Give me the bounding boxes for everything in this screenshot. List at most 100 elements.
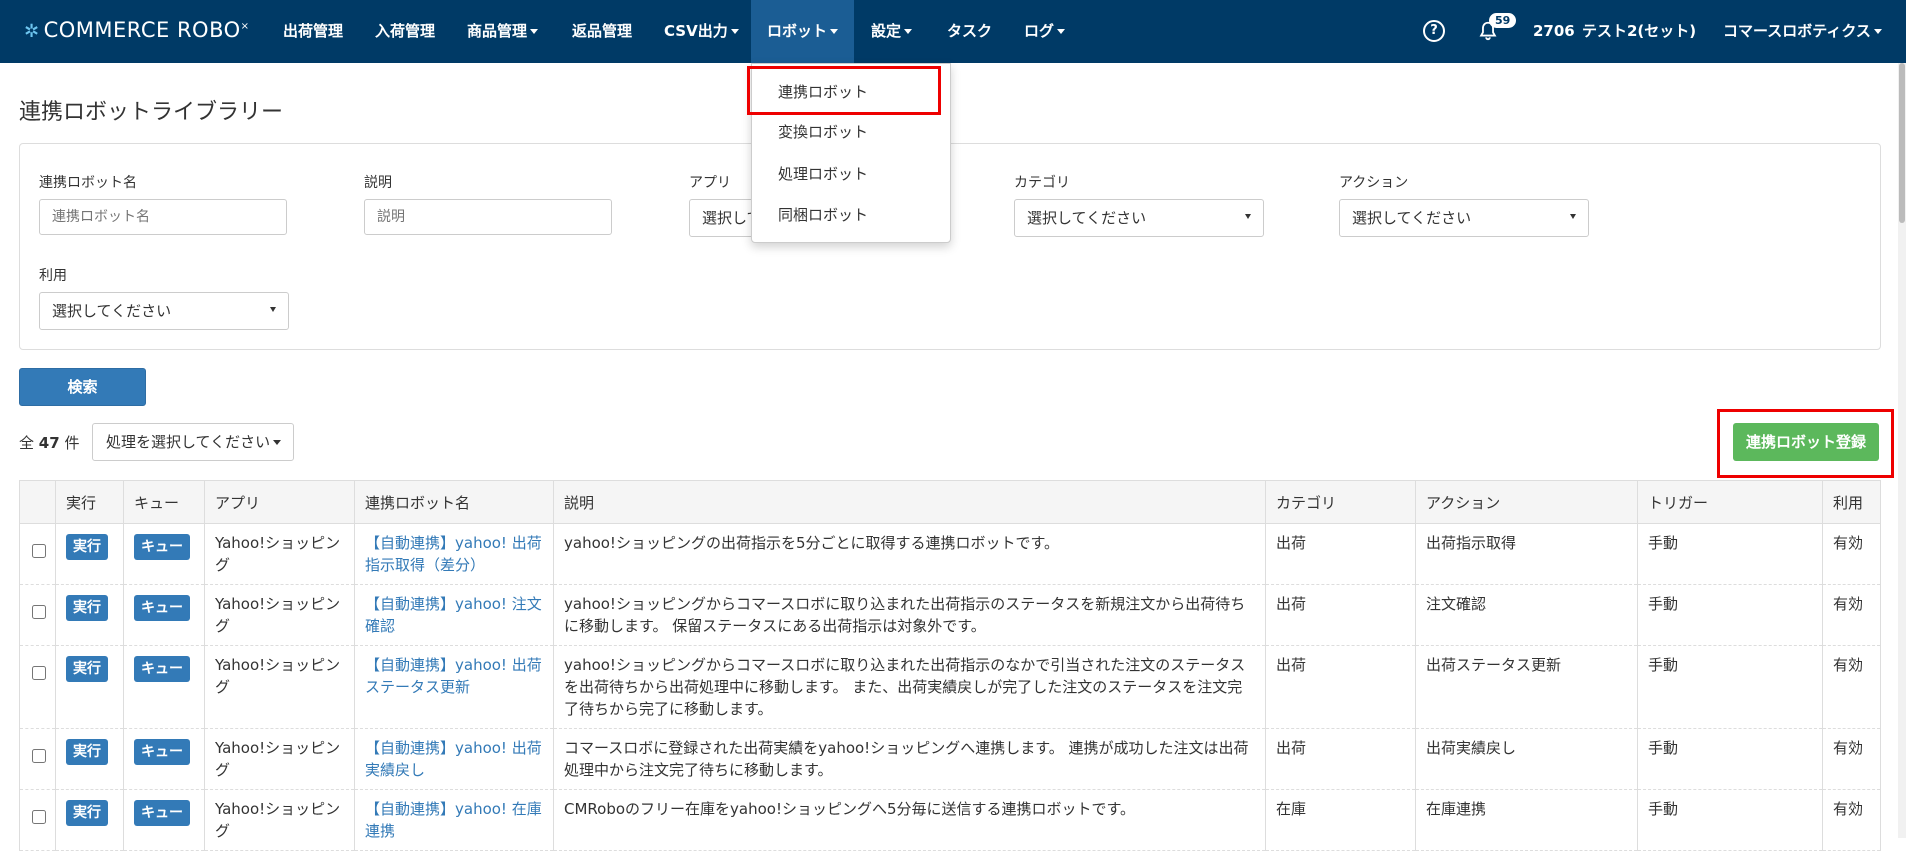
cell-description: yahoo!ショッピングの出荷指示を5分ごとに取得する連携ロボットです。 [553,523,1266,585]
queue-button[interactable]: キュー [134,739,190,765]
run-button[interactable]: 実行 [66,800,108,826]
robot-name-link[interactable]: 【自動連携】yahoo! 出荷ステータス更新 [365,656,542,696]
cell-action: 注文確認 [1415,584,1638,646]
highlight-box [747,66,941,115]
run-button[interactable]: 実行 [66,595,108,621]
nav-settings[interactable]: 設定 [871,0,913,63]
table-row: 実行 キュー Yahoo!ショッピング 【自動連携】yahoo! 注文確認 ya… [19,584,1881,646]
cell-app: Yahoo!ショッピング [204,584,355,646]
cell-category: 出荷 [1265,523,1416,585]
cell-app: Yahoo!ショッピング [204,523,355,585]
run-button[interactable]: 実行 [66,534,108,560]
result-count: 全 47 件 [19,434,80,452]
cell-action: 出荷実績戻し [1415,728,1638,790]
run-button[interactable]: 実行 [66,739,108,765]
nav-robot[interactable]: ロボット [751,0,855,63]
table-row: 実行 キュー Yahoo!ショッピング 【自動連携】yahoo! 出荷ステータス… [19,645,1881,729]
brand-name: COMMERCE ROBO [43,18,241,42]
cell-category: 出荷 [1265,584,1416,646]
column-header-usage: 利用 [1822,480,1881,524]
select-arrow-icon [270,307,276,312]
table-row: 実行 キュー Yahoo!ショッピング 【自動連携】yahoo! 在庫連携 CM… [19,789,1881,851]
usage-select[interactable]: 選択してください [39,292,289,330]
company-menu[interactable]: コマースロボティクス [1723,0,1882,63]
nav-csv-export[interactable]: CSV出力 [664,0,739,63]
action-select[interactable]: 選択してください [1339,199,1589,237]
caret-down-icon [1873,29,1882,34]
help-icon[interactable]: ? [1423,20,1445,42]
robot-name-label: 連携ロボット名 [39,175,137,191]
cell-description: yahoo!ショッピングからコマースロボに取り込まれた出荷指示のなかで引当された… [553,645,1266,729]
user-name[interactable]: テスト2(セット) [1582,0,1696,63]
cell-action: 出荷指示取得 [1415,523,1638,585]
cell-trigger: 手動 [1637,728,1823,790]
description-input[interactable] [364,199,612,235]
user-id: 2706 [1533,22,1575,40]
page-title: 連携ロボットライブラリー [19,100,284,125]
dropdown-item-bundle-robot[interactable]: 同梱ロボット [778,204,868,225]
cell-description: コマースロボに登録された出荷実績をyahoo!ショッピングへ連携します。 連携が… [553,728,1266,790]
select-arrow-icon [1245,214,1251,219]
app-label: アプリ [689,175,731,191]
cell-category: 出荷 [1265,645,1416,729]
queue-button[interactable]: キュー [134,534,190,560]
cell-app: Yahoo!ショッピング [204,645,355,729]
column-header-run: 実行 [55,480,124,524]
dropdown-item-conversion-robot[interactable]: 変換ロボット [778,121,868,142]
nav-tasks[interactable]: タスク [947,0,992,63]
category-label: カテゴリ [1014,175,1070,191]
search-button[interactable]: 検索 [19,368,146,406]
row-checkbox[interactable] [32,666,46,680]
nav-shipping[interactable]: 出荷管理 [283,0,343,63]
robot-name-link[interactable]: 【自動連携】yahoo! 出荷指示取得（差分） [365,534,542,574]
queue-button[interactable]: キュー [134,656,190,682]
cell-usage: 有効 [1822,523,1881,585]
queue-button[interactable]: キュー [134,800,190,826]
brand-logo[interactable]: ✲ COMMERCE ROBO× [24,18,250,42]
cell-action: 在庫連携 [1415,789,1638,851]
robot-name-input[interactable] [39,199,287,235]
cell-trigger: 手動 [1637,523,1823,585]
table-row: 実行 キュー Yahoo!ショッピング 【自動連携】yahoo! 出荷指示取得（… [19,523,1881,585]
page-scrollbar[interactable] [1898,63,1906,838]
cell-trigger: 手動 [1637,789,1823,851]
robot-name-link[interactable]: 【自動連携】yahoo! 出荷実績戻し [365,739,542,779]
caret-down-icon [530,29,539,34]
row-checkbox[interactable] [32,544,46,558]
cell-category: 在庫 [1265,789,1416,851]
column-header-select [19,480,56,524]
table-row: 実行 キュー Yahoo!ショッピング 【自動連携】yahoo! 出荷実績戻し … [19,728,1881,790]
cell-app: Yahoo!ショッピング [204,789,355,851]
robot-table: 実行 キュー アプリ 連携ロボット名 説明 カテゴリ アクション トリガー 利用… [19,480,1881,851]
category-select[interactable]: 選択してください [1014,199,1264,237]
usage-label: 利用 [39,268,67,284]
row-checkbox[interactable] [32,605,46,619]
robot-name-link[interactable]: 【自動連携】yahoo! 在庫連携 [365,800,542,840]
caret-down-icon [1057,29,1066,34]
process-select[interactable]: 処理を選択してください [92,423,294,461]
run-button[interactable]: 実行 [66,656,108,682]
scrollbar-thumb[interactable] [1899,63,1905,223]
column-header-description: 説明 [553,480,1266,524]
column-header-name: 連携ロボット名 [354,480,554,524]
description-label: 説明 [364,175,392,191]
cell-usage: 有効 [1822,728,1881,790]
caret-down-icon [904,29,913,34]
nav-returns[interactable]: 返品管理 [572,0,632,63]
nav-products[interactable]: 商品管理 [467,0,539,63]
queue-button[interactable]: キュー [134,595,190,621]
logo-icon: ✲ [24,21,40,42]
row-checkbox[interactable] [32,749,46,763]
nav-receiving[interactable]: 入荷管理 [375,0,435,63]
caret-down-icon [730,29,739,34]
cell-app: Yahoo!ショッピング [204,728,355,790]
nav-logs[interactable]: ログ [1024,0,1066,63]
table-header-row: 実行 キュー アプリ 連携ロボット名 説明 カテゴリ アクション トリガー 利用 [19,480,1881,524]
robot-name-link[interactable]: 【自動連携】yahoo! 注文確認 [365,595,542,635]
dropdown-item-processing-robot[interactable]: 処理ロボット [778,163,868,184]
column-header-category: カテゴリ [1265,480,1416,524]
caret-down-icon [830,29,839,34]
cell-description: CMRoboのフリー在庫をyahoo!ショッピングへ5分毎に送信する連携ロボット… [553,789,1266,851]
row-checkbox[interactable] [32,810,46,824]
cell-category: 出荷 [1265,728,1416,790]
